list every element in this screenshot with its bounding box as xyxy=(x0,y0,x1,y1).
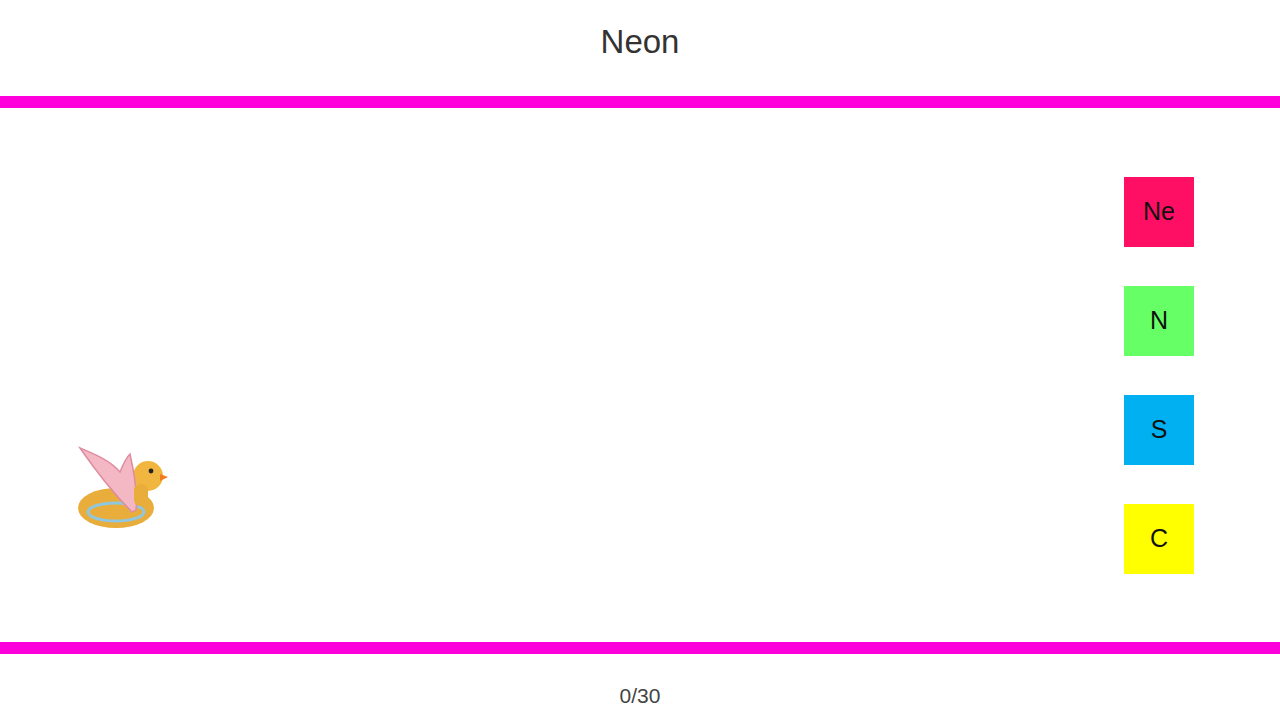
answer-options: Ne NSC xyxy=(1124,177,1194,574)
answer-option[interactable]: Ne xyxy=(1124,177,1194,247)
bottom-border xyxy=(0,642,1280,654)
game-screen: Neon Ne NSC 0/30 xyxy=(0,0,1280,720)
question-title: Neon xyxy=(601,22,680,62)
footer: 0/30 xyxy=(0,654,1280,720)
answer-option[interactable]: S xyxy=(1124,395,1194,465)
answer-option[interactable]: C xyxy=(1124,504,1194,574)
score-counter: 0/30 xyxy=(620,685,661,706)
top-border xyxy=(0,96,1280,108)
answer-option[interactable]: N xyxy=(1124,286,1194,356)
play-field: Ne NSC xyxy=(0,108,1280,642)
duck-icon[interactable] xyxy=(76,446,168,532)
header: Neon xyxy=(0,0,1280,96)
